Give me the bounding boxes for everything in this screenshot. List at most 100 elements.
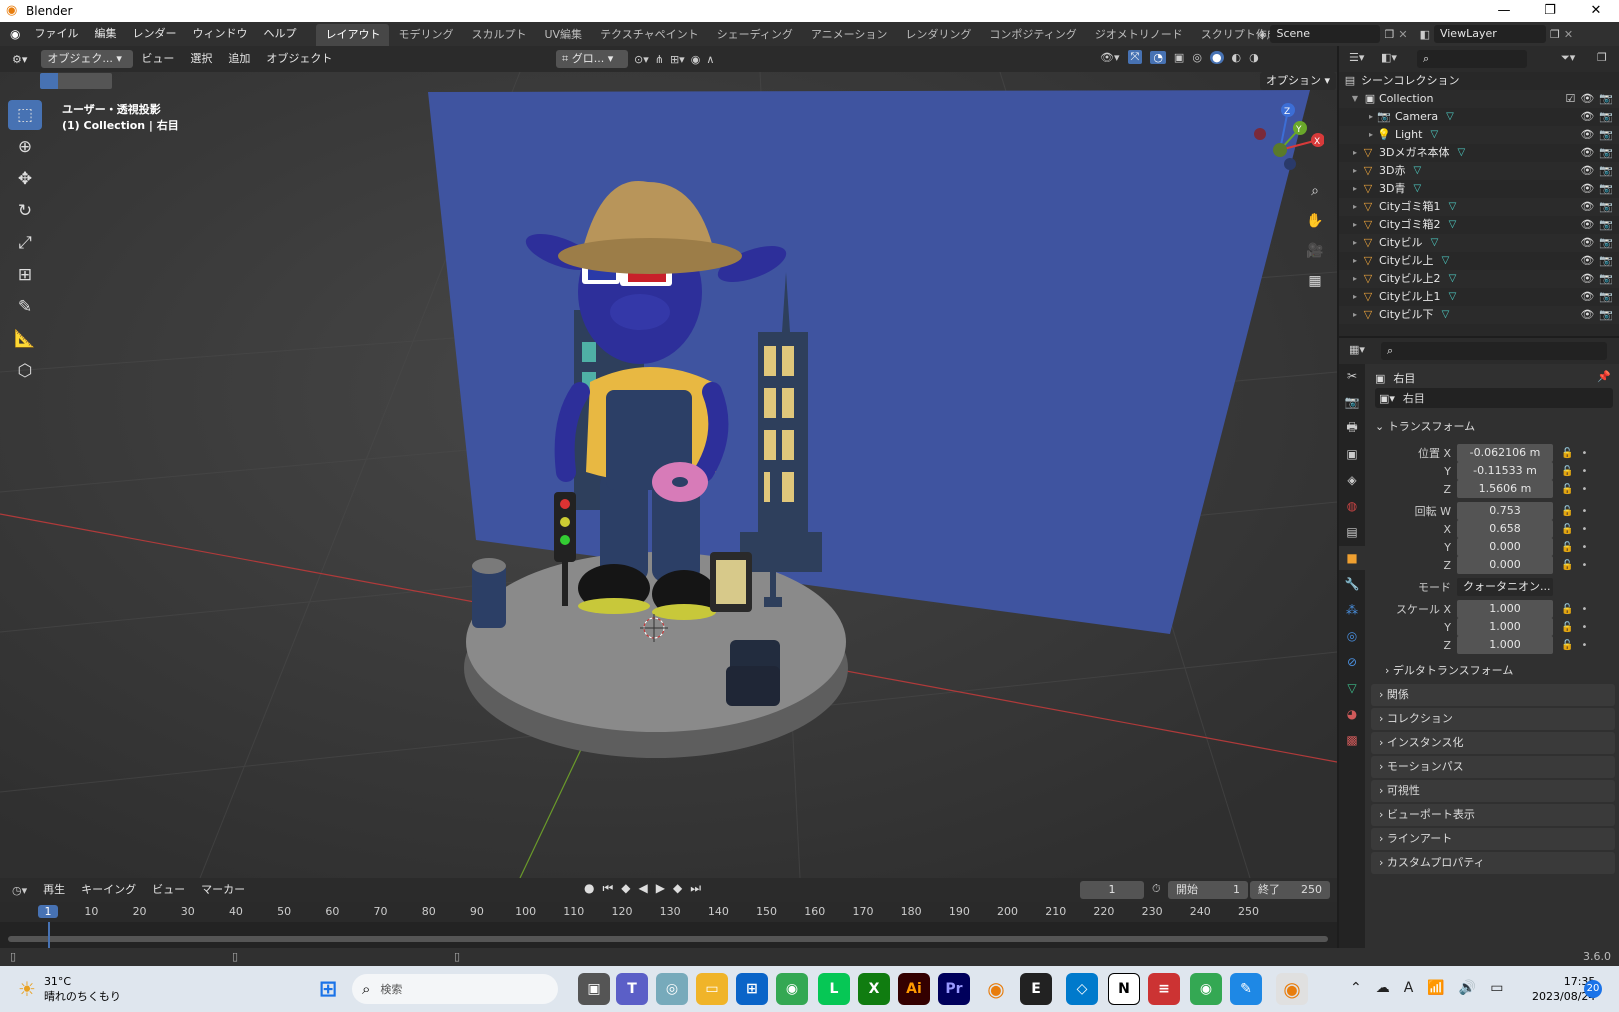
eye-icon[interactable]: 👁 xyxy=(1580,126,1594,144)
properties-editor-icon[interactable]: ▦▾ xyxy=(1349,343,1365,356)
menu-view[interactable]: ビュー xyxy=(133,47,182,71)
lock-icon[interactable]: 🔓 xyxy=(1561,448,1573,459)
output-tab-icon[interactable]: 🖶 xyxy=(1339,416,1365,440)
keyframe-dot-icon[interactable]: • xyxy=(1581,542,1587,553)
teams-icon[interactable]: T xyxy=(616,973,648,1005)
prev-key-icon[interactable]: ◆ xyxy=(621,881,630,896)
measure-tool-icon[interactable]: 📐 xyxy=(8,324,42,354)
current-frame-field[interactable]: 1 xyxy=(1080,881,1144,899)
data-tab-icon[interactable]: ▽ xyxy=(1339,676,1365,700)
new-scene-icon[interactable]: ❐ xyxy=(1384,28,1394,41)
rotation-z-field[interactable]: 0.000 xyxy=(1457,556,1553,574)
paint-icon[interactable]: ✎ xyxy=(1230,973,1262,1005)
visibility-icon[interactable]: 👁▾ xyxy=(1100,51,1120,64)
data-icon[interactable]: ▽ xyxy=(1442,306,1450,324)
delta-transform-header[interactable]: › デルタトランスフォーム xyxy=(1385,662,1513,678)
properties-panel-header[interactable]: › ラインアート xyxy=(1371,828,1615,850)
notification-badge[interactable]: 20 xyxy=(1584,980,1602,998)
display-mode-icon[interactable]: ◧▾ xyxy=(1381,51,1397,64)
rotation-w-field[interactable]: 0.753 xyxy=(1457,502,1553,520)
battery-icon[interactable]: ▭ xyxy=(1490,980,1503,996)
scene-field[interactable]: Scene xyxy=(1270,25,1381,43)
close-button[interactable]: ✕ xyxy=(1573,0,1619,22)
maximize-button[interactable]: ❐ xyxy=(1527,0,1573,22)
data-icon[interactable]: ▽ xyxy=(1449,198,1457,216)
scale-x-field[interactable]: 1.000 xyxy=(1457,600,1553,618)
tool-tab-icon[interactable]: ✂ xyxy=(1339,364,1365,388)
tab-texture-paint[interactable]: テクスチャペイント xyxy=(591,24,708,46)
lock-icon[interactable]: 🔓 xyxy=(1561,640,1573,651)
volume-icon[interactable]: 🔊 xyxy=(1459,980,1476,996)
data-icon[interactable]: ▽ xyxy=(1449,270,1457,288)
shading-rendered-icon[interactable]: ◑ xyxy=(1249,51,1259,64)
expand-icon[interactable]: ▸ xyxy=(1349,162,1361,180)
xbox-icon[interactable]: X xyxy=(858,973,890,1005)
expand-icon[interactable]: ▸ xyxy=(1349,144,1361,162)
move-tool-icon[interactable]: ✥ xyxy=(8,164,42,194)
view-layer-tab-icon[interactable]: ▣ xyxy=(1339,442,1365,466)
keyframe-dot-icon[interactable]: • xyxy=(1581,622,1587,633)
transform-tool-icon[interactable]: ⊞ xyxy=(8,260,42,290)
keyframe-dot-icon[interactable]: • xyxy=(1581,484,1587,495)
render-camera-icon[interactable]: 📷 xyxy=(1599,108,1613,126)
eye-icon[interactable]: 👁 xyxy=(1580,270,1594,288)
rotation-y-field[interactable]: 0.000 xyxy=(1457,538,1553,556)
pin-icon[interactable]: 📌 xyxy=(1597,370,1611,383)
render-camera-icon[interactable]: 📷 xyxy=(1599,198,1613,216)
tab-uv-edit[interactable]: UV編集 xyxy=(535,24,591,46)
menu-file[interactable]: ファイル xyxy=(26,22,86,46)
data-icon[interactable]: ▽ xyxy=(1457,144,1465,162)
transform-panel-header[interactable]: ⌄ トランスフォーム xyxy=(1375,418,1613,436)
play-reverse-icon[interactable]: ◀ xyxy=(639,881,648,896)
outliner-item[interactable]: ▸ ▽ Cityゴミ箱1 ▽ 👁 📷 xyxy=(1339,198,1619,216)
properties-panel-header[interactable]: › コレクション xyxy=(1371,708,1615,730)
tab-modeling[interactable]: モデリング xyxy=(389,24,462,46)
tab-animation[interactable]: アニメーション xyxy=(802,24,897,46)
properties-panel-header[interactable]: › ビューポート表示 xyxy=(1371,804,1615,826)
scene-collection-row[interactable]: ▤ シーンコレクション xyxy=(1339,72,1619,90)
select-new-icon[interactable] xyxy=(40,73,58,89)
tab-layout[interactable]: レイアウト xyxy=(316,24,390,46)
snap-icon[interactable]: ⋔ xyxy=(655,53,664,66)
end-frame-field[interactable]: 終了 250 xyxy=(1250,881,1330,899)
expand-icon[interactable]: ▸ xyxy=(1349,234,1361,252)
cursor-tool-icon[interactable]: ⊕ xyxy=(8,132,42,162)
expand-icon[interactable]: ▸ xyxy=(1349,270,1361,288)
store-icon[interactable]: ⊞ xyxy=(736,973,768,1005)
lock-icon[interactable]: 🔓 xyxy=(1561,524,1573,535)
outliner-item[interactable]: ▸ ▽ Cityビル下 ▽ 👁 📷 xyxy=(1339,306,1619,324)
menu-edit[interactable]: 編集 xyxy=(86,22,124,46)
eye-icon[interactable]: 👁 xyxy=(1580,90,1594,108)
expand-icon[interactable]: ▸ xyxy=(1365,126,1377,144)
notion-icon[interactable]: N xyxy=(1108,973,1140,1005)
properties-panel-header[interactable]: › カスタムプロパティ xyxy=(1371,852,1615,874)
tab-compositing[interactable]: コンポジティング xyxy=(980,24,1085,46)
keyframe-dot-icon[interactable]: • xyxy=(1581,466,1587,477)
chrome-profile-icon[interactable]: ◉ xyxy=(1190,973,1222,1005)
stopwatch-icon[interactable]: ⏱ xyxy=(1152,882,1161,896)
premiere-icon[interactable]: Pr xyxy=(938,973,970,1005)
data-icon[interactable]: ▽ xyxy=(1446,108,1454,126)
eye-icon[interactable]: 👁 xyxy=(1580,198,1594,216)
record-icon[interactable]: ● xyxy=(584,881,594,896)
eye-icon[interactable]: 👁 xyxy=(1580,306,1594,324)
shading-wireframe-icon[interactable]: ◎ xyxy=(1192,51,1202,64)
blender-menu-icon[interactable]: ◉ xyxy=(10,27,20,41)
pan-hand-icon[interactable]: ✋ xyxy=(1302,208,1328,234)
expand-icon[interactable]: ▸ xyxy=(1349,180,1361,198)
keyframe-dot-icon[interactable]: • xyxy=(1581,506,1587,517)
lock-icon[interactable]: 🔓 xyxy=(1561,506,1573,517)
play-icon[interactable]: ▶ xyxy=(656,881,665,896)
physics-tab-icon[interactable]: ◎ xyxy=(1339,624,1365,648)
editor-type-icon[interactable]: ⚙▾ xyxy=(12,53,27,66)
taskbar-search[interactable]: ⌕ 検索 xyxy=(352,974,558,1004)
shading-solid-icon[interactable]: ● xyxy=(1209,50,1224,64)
outliner-editor-icon[interactable]: ☰▾ xyxy=(1349,51,1364,64)
add-cube-tool-icon[interactable]: ⬡ xyxy=(8,356,42,386)
3d-viewport[interactable]: ユーザー・透視投影 (1) Collection | 右目 オプション ▾ Z … xyxy=(0,72,1337,878)
ime-icon[interactable]: A xyxy=(1404,980,1414,996)
windows-start-icon[interactable]: ⊞ xyxy=(312,973,344,1005)
tab-rendering[interactable]: レンダリング xyxy=(896,24,980,46)
properties-panel-header[interactable]: › インスタンス化 xyxy=(1371,732,1615,754)
eye-icon[interactable]: 👁 xyxy=(1580,234,1594,252)
